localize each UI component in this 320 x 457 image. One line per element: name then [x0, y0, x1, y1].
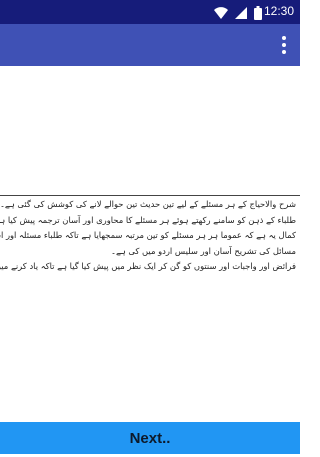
status-time: 12:30: [263, 4, 294, 18]
paragraph-1: شرح والاحیاج کے ہر مسئلے کے لیے تین حدیث…: [0, 199, 296, 209]
battery-icon: [254, 5, 262, 20]
app-bar: [0, 24, 300, 66]
paragraph-3: کمال یہ ہے کہ عموما ہر ہر مسئلے کو تین م…: [0, 230, 296, 240]
status-icons: [214, 5, 262, 20]
signal-icon: [234, 5, 248, 19]
wifi-icon: [214, 5, 228, 19]
paragraph-4: مسائل کی تشریح آسان اور سلیس اردو میں کی…: [111, 245, 296, 256]
divider: [0, 195, 300, 196]
next-button[interactable]: Next..: [0, 422, 300, 454]
overflow-menu-icon[interactable]: [272, 33, 296, 57]
description-text: شرح والاحیاج کے ہر مسئلے کے لیے تین حدیث…: [0, 198, 300, 278]
paragraph-2: طلباء کے ذہن کو سامنے رکھتے ہوئے ہر مسئل…: [0, 214, 296, 225]
status-bar: 12:30: [0, 0, 300, 24]
paragraph-5: فرائض اور واجبات اور سنتوں کو گن کر ایک …: [0, 261, 296, 271]
